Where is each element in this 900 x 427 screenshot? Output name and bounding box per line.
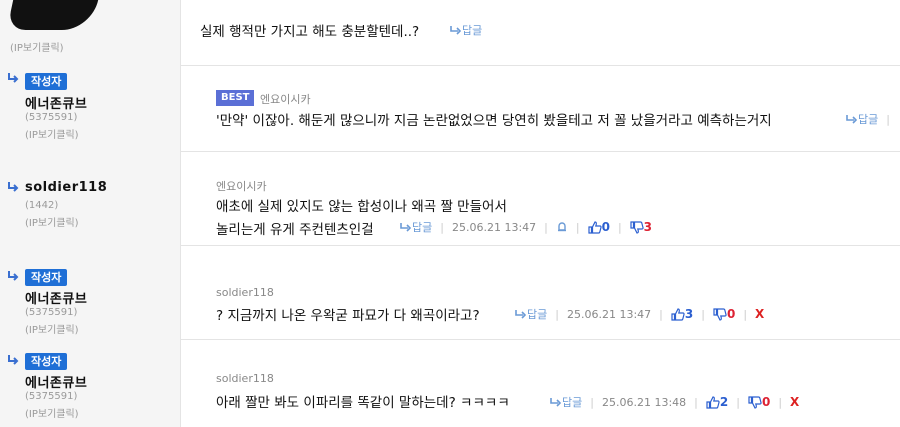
delete-button[interactable]: X [755,307,764,321]
delete-button[interactable]: X [790,395,799,409]
bell-icon [557,222,566,232]
upvote-count: 0 [601,220,610,234]
author-nickname[interactable]: 에너존큐브 [25,372,87,391]
divider: | [736,395,740,409]
comment-row: 작성자 에너존큐브 (5375591) (IP보기클릭) soldier118 … [0,339,900,427]
reply-arrow-icon [550,397,561,407]
reply-button[interactable]: 답글 [515,306,547,322]
divider: | [694,395,698,409]
reply-label: 답글 [462,24,483,37]
comment-text-line-1: 애초에 실제 있지도 않는 합성이나 왜곡 짤 만들어서 [216,199,507,215]
ip-view-link[interactable]: (IP보기클릭) [25,214,79,229]
downvote-button[interactable]: 0 [748,395,770,409]
reply-label: 답글 [562,396,583,409]
report-button[interactable] [556,221,568,233]
parent-comment-author: soldier118 [216,286,274,299]
downvote-count: 3 [643,220,653,234]
thumbs-down-icon [713,307,727,321]
upvote-button[interactable]: 0 [587,220,610,234]
reply-arrow-icon [450,25,461,35]
comment-author-panel: soldier118 (1442) (IP보기클릭) [0,151,181,245]
parent-comment-author: 엔요이시카 [216,180,267,193]
reply-arrow-icon [8,73,19,83]
author-id: (5375591) [25,307,78,318]
comment-text: 아래 짤만 봐도 이파리를 똑같이 말하는데? ㅋㅋㅋㅋ [216,395,510,411]
ip-view-link[interactable]: (IP보기클릭) [25,405,79,420]
downvote-button[interactable]: 0 [713,307,735,321]
upvote-button[interactable]: 2 [706,395,728,409]
thumbs-up-icon [671,307,685,321]
author-badge: 작성자 [25,73,68,90]
downvote-button[interactable]: 3 [630,220,652,234]
reply-arrow-icon [8,271,19,281]
comment-author-panel: 작성자 에너존큐브 (5375591) (IP보기클릭) [0,339,181,427]
thumbs-down-icon [748,395,762,409]
comment-row: 작성자 에너존큐브 (5375591) (IP보기클릭) soldier118 … [0,245,900,340]
reply-arrow-icon [846,114,857,124]
reply-arrow-icon [515,309,526,319]
reply-label: 답글 [858,113,879,126]
reply-button[interactable]: 답글 [450,22,482,38]
comment-row: (IP보기클릭) 실제 행적만 가지고 해도 충분할텐데..? 답글 [0,0,900,66]
author-id: (1442) [25,200,59,211]
divider: | [590,395,594,409]
thumbs-up-icon [706,395,720,409]
thumbs-down-icon [630,220,644,234]
comment-text: ? 지금까지 나온 우왁굳 파묘가 다 왜곡이라고? [216,308,480,324]
divider: | [886,112,890,126]
divider: | [575,220,580,234]
ip-view-link[interactable]: (IP보기클릭) [25,321,79,336]
comment-author-panel: 작성자 에너존큐브 (5375591) (IP보기클릭) [0,65,181,151]
divider: | [778,395,783,409]
reply-button[interactable]: 답글 [846,111,878,127]
comment-timestamp: 25.06.21 13:48 [601,395,687,409]
comment-text-line-2: 놀리는게 유게 주컨텐츠인걸 [216,222,374,238]
comment-row: 작성자 에너존큐브 (5375591) (IP보기클릭) BEST 엔요이시카 … [0,65,900,152]
divider: | [544,220,548,234]
author-nickname[interactable]: soldier118 [25,180,107,195]
author-id: (5375591) [25,391,78,402]
reply-button[interactable]: 답글 [400,219,432,235]
upvote-button[interactable]: 3 [671,307,693,321]
downvote-count: 0 [761,395,771,409]
author-badge: 작성자 [25,353,68,370]
ip-view-link[interactable]: (IP보기클릭) [25,126,79,141]
downvote-count: 0 [726,307,736,321]
reply-label: 답글 [527,308,548,321]
author-nickname[interactable]: 에너존큐브 [25,288,87,307]
comment-text: 실제 행적만 가지고 해도 충분할텐데..? [200,24,420,40]
comment-timestamp: 25.06.21 13:47 [451,220,537,234]
comment-text: '만약' 이잖아. 해둔게 많으니까 지금 논란없었으면 당연히 봤을테고 저 … [216,113,772,129]
author-id: (5375591) [25,112,78,123]
parent-comment-author: 엔요이시카 [260,93,311,106]
parent-comment-author: soldier118 [216,372,274,385]
upvote-count: 3 [684,307,694,321]
comment-author-panel: 작성자 에너존큐브 (5375591) (IP보기클릭) [0,245,181,339]
author-nickname[interactable]: 에너존큐브 [25,93,87,112]
comment-author-panel: (IP보기클릭) [0,0,181,65]
reply-arrow-icon [400,222,411,232]
redacted-nickname [6,0,99,30]
ip-view-link[interactable]: (IP보기클릭) [10,39,64,54]
divider: | [440,220,444,234]
upvote-count: 2 [719,395,729,409]
author-badge: 작성자 [25,269,68,286]
comment-timestamp: 25.06.21 13:47 [566,307,652,321]
comment-row: soldier118 (1442) (IP보기클릭) 엔요이시카 애초에 실제 … [0,151,900,246]
best-badge: BEST [216,90,255,106]
divider: | [701,307,705,321]
divider: | [659,307,663,321]
reply-button[interactable]: 답글 [550,394,582,410]
thumbs-up-icon [587,220,602,234]
divider: | [743,307,748,321]
divider: | [555,307,559,321]
divider: | [617,220,622,234]
reply-label: 답글 [412,221,433,234]
reply-arrow-icon [8,182,19,192]
reply-arrow-icon [8,355,19,365]
